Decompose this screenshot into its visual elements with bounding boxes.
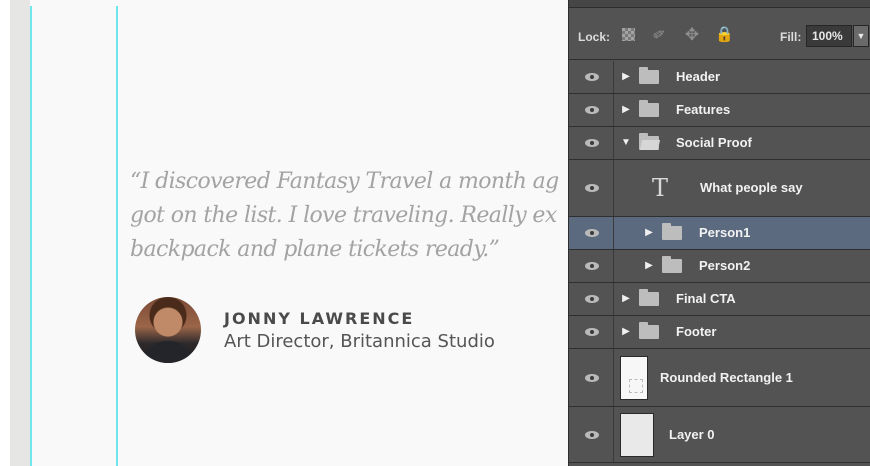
layer-row-features[interactable]: ▶ Features — [569, 94, 870, 127]
layer-name: Final CTA — [676, 291, 736, 306]
visibility-eye-icon[interactable] — [585, 371, 599, 385]
guide-line[interactable] — [30, 6, 32, 466]
person-avatar — [135, 297, 201, 363]
layer-row-what-people-say[interactable]: T What people say — [569, 160, 870, 217]
folder-icon — [639, 289, 659, 306]
layer-name: Person2 — [699, 258, 751, 273]
visibility-eye-icon[interactable] — [585, 70, 599, 84]
folder-icon — [639, 100, 659, 117]
vector-mask-icon — [629, 379, 643, 393]
folder-icon — [639, 322, 659, 339]
layer-name: Layer 0 — [669, 426, 715, 442]
panel-header-strip — [569, 0, 870, 8]
fill-dropdown-arrow[interactable]: ▼ — [853, 25, 869, 47]
open-folder-icon — [639, 133, 659, 150]
expand-arrow-icon[interactable]: ▶ — [621, 104, 631, 116]
visibility-eye-icon[interactable] — [585, 325, 599, 339]
lock-all-icon[interactable]: 🔒 — [715, 26, 734, 44]
expand-arrow-icon[interactable]: ▶ — [621, 293, 631, 305]
visibility-eye-icon[interactable] — [585, 103, 599, 117]
layer-row-final-cta[interactable]: ▶ Final CTA — [569, 283, 870, 316]
visibility-eye-icon[interactable] — [585, 259, 599, 273]
layer-row-person2[interactable]: ▶ Person2 — [569, 250, 870, 283]
layer-name: What people say — [700, 180, 803, 195]
layer-row-footer[interactable]: ▶ Footer — [569, 316, 870, 349]
lock-transparent-pixels-icon[interactable] — [620, 26, 638, 44]
expand-arrow-icon[interactable]: ▶ — [621, 326, 631, 338]
collapse-arrow-icon[interactable]: ▼ — [621, 137, 631, 149]
canvas-left-edge — [0, 0, 10, 466]
layer-row-rounded-rectangle[interactable]: Rounded Rectangle 1 — [569, 349, 870, 407]
folder-icon — [662, 223, 682, 240]
pixel-layer-thumbnail — [620, 412, 654, 457]
visibility-eye-icon[interactable] — [585, 226, 599, 240]
layer-name: Person1 — [699, 225, 751, 240]
person-name: JONNY LAWRENCE — [224, 309, 415, 328]
layers-panel: Lock: ✏ ✥ 🔒 Fill: 100% ▼ ▶ Header ▶ Feat… — [568, 0, 870, 466]
layer-name: Rounded Rectangle 1 — [660, 369, 793, 385]
lock-position-icon[interactable]: ✥ — [683, 26, 701, 44]
visibility-eye-icon[interactable] — [585, 428, 599, 442]
layers-list: ▶ Header ▶ Features ▼ Social Proof T Wha… — [569, 61, 870, 463]
guide-line[interactable] — [116, 6, 118, 466]
visibility-eye-icon[interactable] — [585, 181, 599, 195]
fill-label: Fill: — [780, 30, 802, 44]
canvas-gray-margin — [10, 0, 30, 466]
layer-row-header[interactable]: ▶ Header — [569, 61, 870, 94]
layer-name: Header — [676, 69, 721, 84]
fill-input[interactable]: 100% — [806, 25, 852, 47]
layer-name: Social Proof — [676, 135, 752, 150]
visibility-eye-icon[interactable] — [585, 136, 599, 150]
lock-label: Lock: — [578, 30, 611, 44]
lock-toolbar: Lock: ✏ ✥ 🔒 Fill: 100% ▼ — [569, 8, 870, 60]
expand-arrow-icon[interactable]: ▶ — [644, 227, 654, 239]
expand-arrow-icon[interactable]: ▶ — [644, 260, 654, 272]
visibility-eye-icon[interactable] — [585, 292, 599, 306]
person-title: Art Director, Britannica Studio — [224, 331, 495, 352]
lock-image-pixels-icon[interactable]: ✏ — [648, 23, 673, 48]
layer-row-layer-0[interactable]: Layer 0 — [569, 407, 870, 463]
folder-icon — [662, 256, 682, 273]
expand-arrow-icon[interactable]: ▶ — [621, 71, 631, 83]
layer-name: Footer — [676, 324, 717, 339]
layer-name: Features — [676, 102, 731, 117]
layer-row-person1[interactable]: ▶ Person1 — [569, 217, 870, 250]
folder-icon — [639, 67, 659, 84]
layer-row-social-proof[interactable]: ▼ Social Proof — [569, 127, 870, 160]
text-layer-icon: T — [652, 174, 669, 202]
